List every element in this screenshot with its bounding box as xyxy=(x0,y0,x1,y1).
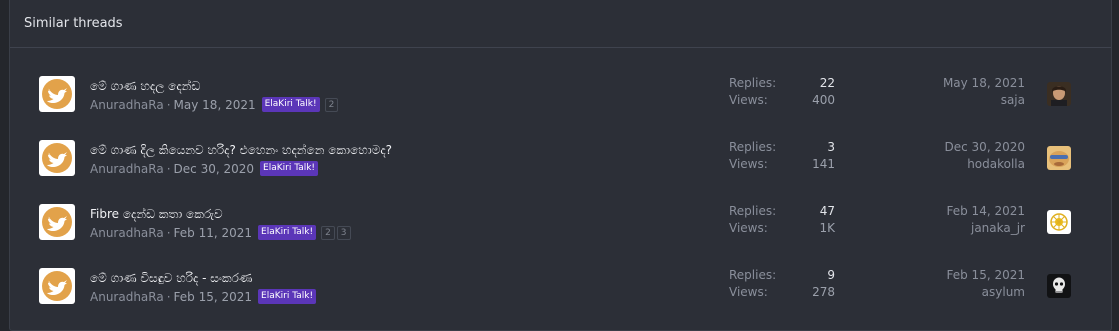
thread-row[interactable]: Fibre දෙන්ඩ කතා කෙරුව AnuradhaRa · Feb 1… xyxy=(10,194,1111,258)
user-photo-avatar-icon xyxy=(1047,82,1071,106)
twitter-bird-avatar-icon xyxy=(42,143,72,173)
replies-value: 47 xyxy=(819,204,835,218)
twitter-bird-avatar-icon xyxy=(42,79,72,109)
skull-avatar-icon xyxy=(1047,274,1071,298)
last-post-info: Feb 15, 2021 asylum xyxy=(947,267,1026,301)
thread-stats: Replies: 22 Views: 400 xyxy=(729,75,835,109)
replies-value: 3 xyxy=(827,140,835,154)
last-poster-avatar[interactable] xyxy=(1047,274,1071,298)
last-post-user-link[interactable]: hodakolla xyxy=(945,156,1025,173)
thread-start-date[interactable]: May 18, 2021 xyxy=(174,98,256,112)
thread-prefix-badge[interactable]: ElaKiri Talk! xyxy=(258,225,317,240)
thread-title-link[interactable]: මේ ගාණ දිල කියෙනව හරිද? එහෙනං හදන්නෙ කොහ… xyxy=(90,143,392,158)
thread-meta: AnuradhaRa · Feb 15, 2021 ElaKiri Talk! xyxy=(90,289,317,304)
last-post-date-link[interactable]: Feb 15, 2021 xyxy=(947,267,1026,284)
replies-label: Replies: xyxy=(729,140,777,154)
thread-meta: AnuradhaRa · Feb 11, 2021 ElaKiri Talk! … xyxy=(90,225,351,240)
views-stat: Views: 141 xyxy=(729,156,835,173)
views-stat: Views: 400 xyxy=(729,92,835,109)
replies-stat: Replies: 9 xyxy=(729,267,835,284)
block-header: Similar threads xyxy=(10,0,1111,48)
thread-meta: AnuradhaRa · May 18, 2021 ElaKiri Talk! … xyxy=(90,97,339,112)
page-jump-link[interactable]: 2 xyxy=(321,225,335,240)
views-label: Views: xyxy=(729,93,768,107)
cartoon-face-avatar-icon xyxy=(1047,146,1071,170)
thread-meta: AnuradhaRa · Dec 30, 2020 ElaKiri Talk! xyxy=(90,161,319,176)
replies-value: 9 xyxy=(827,268,835,282)
block-title: Similar threads xyxy=(24,16,123,31)
thread-row[interactable]: මේ ගාණ විසඳුව හරිද - සංකරණ AnuradhaRa · … xyxy=(10,258,1111,322)
views-value: 1K xyxy=(819,221,835,235)
thread-title-link[interactable]: මේ ගාණ විසඳුව හරිද - සංකරණ xyxy=(90,271,252,286)
views-label: Views: xyxy=(729,221,768,235)
thread-start-date[interactable]: Feb 15, 2021 xyxy=(174,290,253,304)
twitter-bird-avatar-icon xyxy=(42,271,72,301)
replies-stat: Replies: 22 xyxy=(729,75,835,92)
last-poster-avatar[interactable] xyxy=(1047,82,1071,106)
last-poster-avatar[interactable] xyxy=(1047,146,1071,170)
last-post-info: Feb 14, 2021 janaka_jr xyxy=(947,203,1026,237)
last-post-user-link[interactable]: saja xyxy=(943,92,1025,109)
thread-stats: Replies: 3 Views: 141 xyxy=(729,139,835,173)
author-avatar[interactable] xyxy=(39,140,75,176)
views-label: Views: xyxy=(729,285,768,299)
thread-author-link[interactable]: AnuradhaRa xyxy=(90,98,164,112)
last-post-date-link[interactable]: May 18, 2021 xyxy=(943,75,1025,92)
views-value: 278 xyxy=(812,285,835,299)
views-value: 141 xyxy=(812,157,835,171)
last-post-info: May 18, 2021 saja xyxy=(943,75,1025,109)
last-post-user-link[interactable]: asylum xyxy=(947,284,1025,301)
thread-stats: Replies: 9 Views: 278 xyxy=(729,267,835,301)
thread-row[interactable]: මේ ගාණ දිල කියෙනව හරිද? එහෙනං හදන්නෙ කොහ… xyxy=(10,130,1111,194)
views-value: 400 xyxy=(812,93,835,107)
replies-label: Replies: xyxy=(729,204,777,218)
page-jump-link[interactable]: 2 xyxy=(324,97,339,112)
replies-label: Replies: xyxy=(729,76,777,90)
page-jump-link[interactable]: 3 xyxy=(336,225,351,240)
last-post-date-link[interactable]: Feb 14, 2021 xyxy=(947,203,1026,220)
author-avatar[interactable] xyxy=(39,76,75,112)
author-avatar[interactable] xyxy=(39,268,75,304)
twitter-bird-avatar-icon xyxy=(42,207,72,237)
views-stat: Views: 278 xyxy=(729,284,835,301)
replies-stat: Replies: 47 xyxy=(729,203,835,220)
thread-stats: Replies: 47 Views: 1K xyxy=(729,203,835,237)
similar-threads-block: Similar threads මේ ගාණ හදල දෙන්ඩ Anuradh… xyxy=(9,0,1112,331)
thread-title-link[interactable]: මේ ගාණ හදල දෙන්ඩ xyxy=(90,79,200,94)
sun-emblem-avatar-icon xyxy=(1047,210,1071,234)
replies-label: Replies: xyxy=(729,268,777,282)
thread-title-link[interactable]: Fibre දෙන්ඩ කතා කෙරුව xyxy=(90,207,223,222)
thread-author-link[interactable]: AnuradhaRa xyxy=(90,226,164,240)
replies-stat: Replies: 3 xyxy=(729,139,835,156)
replies-value: 22 xyxy=(819,76,835,90)
thread-row[interactable]: මේ ගාණ හදල දෙන්ඩ AnuradhaRa · May 18, 20… xyxy=(10,66,1111,130)
thread-prefix-badge[interactable]: ElaKiri Talk! xyxy=(261,97,320,112)
thread-author-link[interactable]: AnuradhaRa xyxy=(90,290,164,304)
last-post-date-link[interactable]: Dec 30, 2020 xyxy=(945,139,1025,156)
last-post-info: Dec 30, 2020 hodakolla xyxy=(945,139,1025,173)
last-post-user-link[interactable]: janaka_jr xyxy=(947,220,1025,237)
views-label: Views: xyxy=(729,157,768,171)
thread-prefix-badge[interactable]: ElaKiri Talk! xyxy=(258,289,317,304)
author-avatar[interactable] xyxy=(39,204,75,240)
thread-start-date[interactable]: Feb 11, 2021 xyxy=(174,226,253,240)
views-stat: Views: 1K xyxy=(729,220,835,237)
thread-start-date[interactable]: Dec 30, 2020 xyxy=(174,162,254,176)
last-poster-avatar[interactable] xyxy=(1047,210,1071,234)
thread-prefix-badge[interactable]: ElaKiri Talk! xyxy=(260,161,319,176)
thread-author-link[interactable]: AnuradhaRa xyxy=(90,162,164,176)
